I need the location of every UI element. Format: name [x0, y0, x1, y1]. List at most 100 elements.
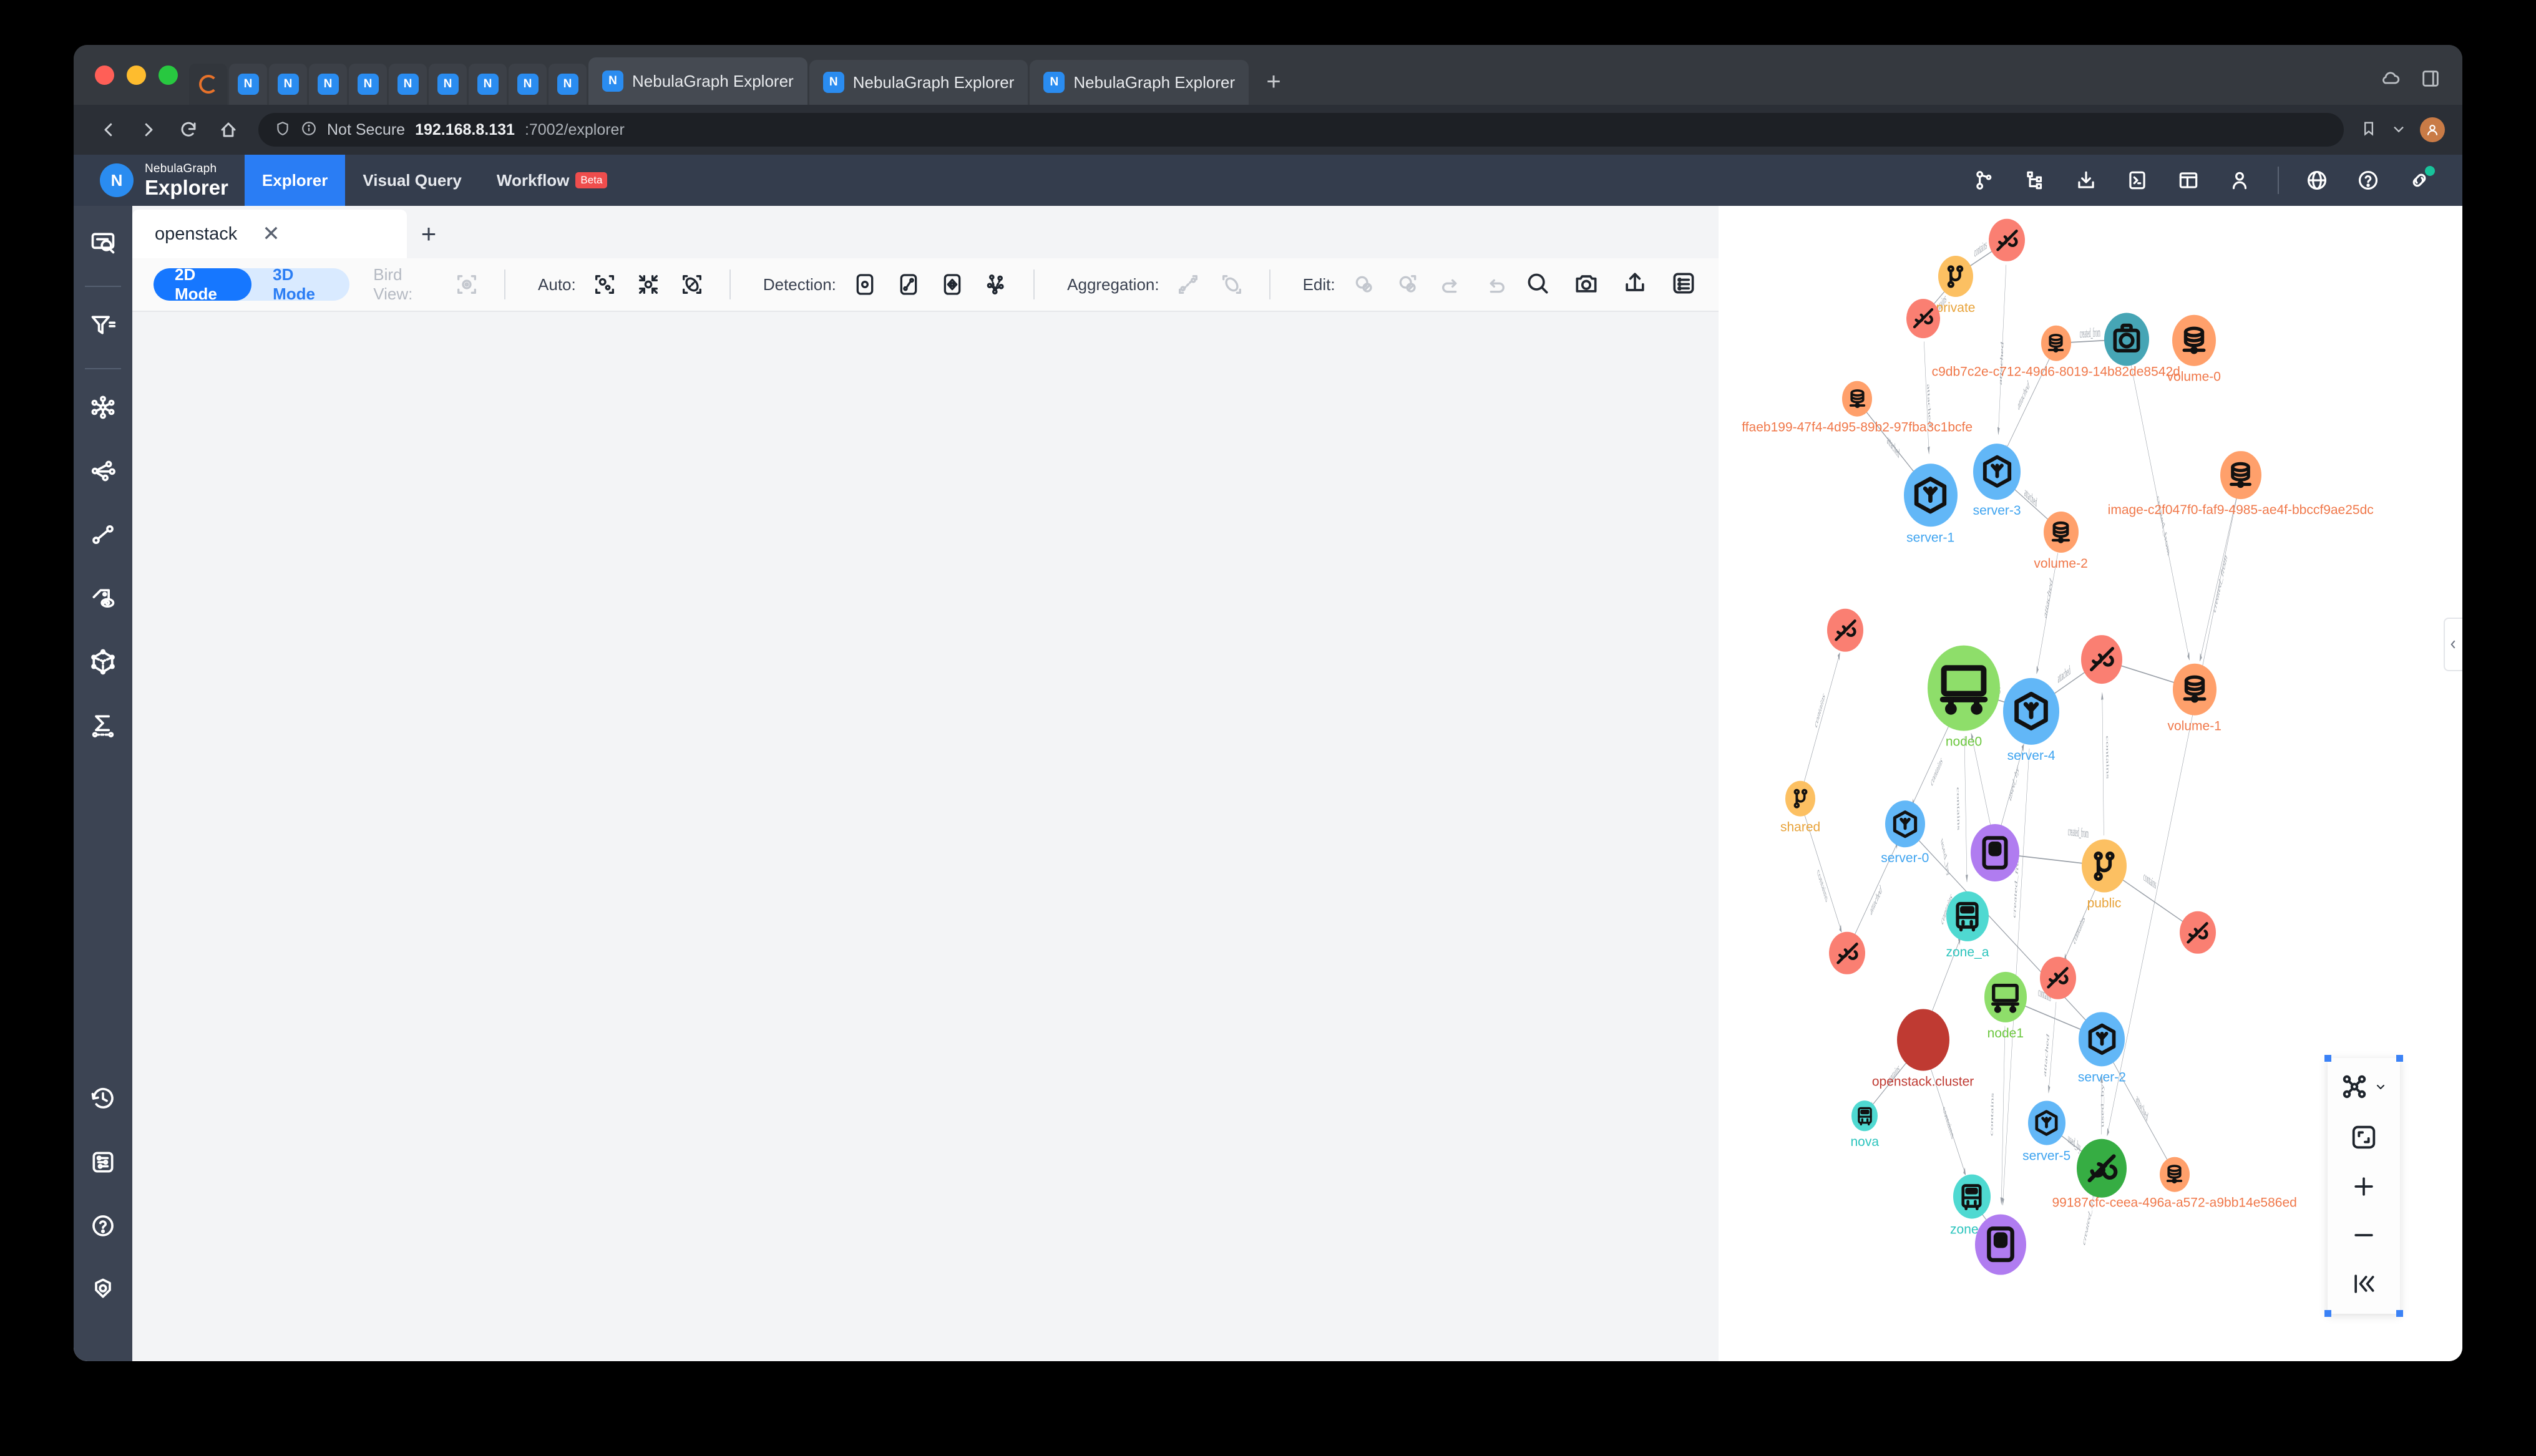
resize-handle[interactable]: [2324, 1310, 2331, 1317]
graph-edge[interactable]: [2200, 497, 2237, 662]
expand-graph-icon[interactable]: [82, 387, 124, 428]
settings-sliders-icon[interactable]: [82, 1142, 124, 1183]
close-icon[interactable]: ✕: [262, 223, 280, 245]
close-window-button[interactable]: [95, 65, 114, 85]
nav-item-explorer[interactable]: Explorer: [244, 155, 346, 206]
graph-edge[interactable]: [2101, 692, 2104, 836]
mode-2d-button[interactable]: 2D Mode: [154, 268, 252, 301]
graph-node[interactable]: server-3: [1973, 444, 2021, 518]
graph-edge[interactable]: [2048, 1001, 2057, 1094]
graph-node[interactable]: [2081, 634, 2123, 684]
tag-visibility-icon[interactable]: [82, 578, 124, 619]
nav-item-visual-query[interactable]: Visual Query: [345, 155, 479, 206]
hierarchy-icon[interactable]: [2022, 167, 2048, 193]
forward-button[interactable]: [131, 112, 166, 147]
mode-3d-button[interactable]: 3D Mode: [251, 268, 349, 301]
aggregate-expand-icon[interactable]: [1173, 268, 1203, 301]
graph-node[interactable]: [1829, 931, 1866, 975]
graph-node[interactable]: [1827, 609, 1864, 652]
line-detect-icon[interactable]: [894, 268, 924, 301]
fit-screen-button[interactable]: [2328, 1123, 2400, 1152]
graph-node[interactable]: c9db7c2e-c712-49d6-8019-14b82de8542d: [1932, 325, 2180, 379]
layout-graph-button[interactable]: [2328, 1072, 2400, 1102]
help-circle-icon[interactable]: [82, 1205, 124, 1246]
browser-tab-active[interactable]: N NebulaGraph Explorer: [588, 57, 807, 105]
browser-tab-pinned[interactable]: N: [309, 64, 347, 105]
graph-node[interactable]: server-4: [2003, 678, 2060, 762]
info-circle-icon[interactable]: [301, 120, 317, 140]
graph-node[interactable]: [2039, 956, 2076, 999]
graph-node[interactable]: 99187cfc-ceea-496a-a572-a9bb14e586ed: [2052, 1157, 2297, 1210]
browser-tab-pinned[interactable]: N: [229, 64, 267, 105]
graph-node[interactable]: nova: [1850, 1100, 1879, 1150]
browser-tab-pinned[interactable]: N: [429, 64, 467, 105]
auto-collapse-icon[interactable]: [633, 268, 663, 301]
graph-node[interactable]: [1906, 298, 1941, 339]
connection-link-icon[interactable]: [2406, 166, 2435, 193]
graph-canvas[interactable]: contains contains attached attached attached…: [1719, 206, 2462, 1361]
browser-tab-pinned[interactable]: N: [349, 64, 387, 105]
app-logo[interactable]: N NebulaGraph Explorer: [74, 155, 245, 206]
resize-handle[interactable]: [2324, 1055, 2331, 1062]
reload-button[interactable]: [171, 112, 206, 147]
search-icon[interactable]: [1524, 269, 1551, 300]
canvas-tab-openstack[interactable]: openstack ✕: [132, 210, 407, 258]
path-icon[interactable]: [82, 514, 124, 555]
graph-node[interactable]: ffaeb199-47f4-4d95-89b2-97fba3c1bcfe: [1742, 381, 1973, 435]
browser-tab-pinned[interactable]: N: [389, 64, 427, 105]
auto-edge-icon[interactable]: [677, 268, 707, 301]
graph-node[interactable]: zone_a: [1946, 891, 1989, 959]
minimize-window-button[interactable]: [127, 65, 146, 85]
browser-tab-pinned[interactable]: [189, 64, 227, 105]
layout-panel-icon[interactable]: [2175, 167, 2202, 193]
collapse-panel-button[interactable]: [2328, 1270, 2400, 1298]
graph-node[interactable]: shared: [1780, 780, 1820, 835]
search-card-icon[interactable]: [82, 222, 124, 263]
browser-tab[interactable]: N NebulaGraph Explorer: [1030, 60, 1249, 105]
graph-edge[interactable]: [1964, 736, 1968, 883]
language-globe-icon[interactable]: [2304, 167, 2330, 193]
delete-edge-icon[interactable]: [1393, 268, 1423, 301]
filter-icon[interactable]: [82, 304, 124, 346]
maximize-window-button[interactable]: [158, 65, 178, 85]
aggregate-group-icon[interactable]: [1217, 268, 1247, 301]
graph-node[interactable]: volume-2: [2034, 511, 2088, 571]
export-icon[interactable]: [1621, 269, 1649, 300]
graph-node[interactable]: server-5: [2022, 1100, 2070, 1163]
browser-tab-pinned[interactable]: N: [549, 64, 587, 105]
bird-view-icon[interactable]: [452, 268, 482, 301]
right-panel-collapse-handle[interactable]: [2444, 618, 2462, 671]
graph-node[interactable]: [1975, 1214, 2027, 1275]
console-icon[interactable]: [2124, 167, 2150, 193]
graph-node[interactable]: [2179, 911, 2216, 954]
graph-node[interactable]: [2104, 313, 2150, 366]
zoom-out-button[interactable]: [2328, 1221, 2400, 1249]
undo-icon[interactable]: [1436, 268, 1466, 301]
mode-switch[interactable]: 2D Mode 3D Mode: [154, 268, 350, 301]
config-gear-icon[interactable]: [82, 1269, 124, 1310]
graph-node[interactable]: volume-1: [2168, 663, 2221, 733]
graph-node[interactable]: [1989, 218, 2026, 262]
graph-node[interactable]: server-1: [1903, 463, 1958, 545]
auto-select-icon[interactable]: [590, 268, 620, 301]
graph-node[interactable]: node0: [1928, 645, 2001, 749]
camera-icon[interactable]: [1573, 269, 1600, 300]
sidebar-toggle-icon[interactable]: [2420, 68, 2441, 92]
graph-node[interactable]: zone_b: [1950, 1174, 1993, 1236]
graph-node[interactable]: image-c2f047f0-faf9-4985-ae4f-bbccf9ae25…: [2108, 450, 2374, 518]
help-circle-icon[interactable]: [2355, 167, 2381, 193]
browser-tab[interactable]: N NebulaGraph Explorer: [809, 60, 1028, 105]
browser-tab-pinned[interactable]: N: [269, 64, 307, 105]
back-button[interactable]: [91, 112, 126, 147]
browser-tab-pinned[interactable]: N: [509, 64, 547, 105]
graph-node[interactable]: private: [1936, 256, 1975, 315]
delete-node-icon[interactable]: [1349, 268, 1379, 301]
browser-tab-pinned[interactable]: N: [469, 64, 507, 105]
graph-schema-icon[interactable]: [1971, 167, 1997, 193]
graph-node[interactable]: [2076, 1138, 2127, 1198]
aggregate-sigma-icon[interactable]: [82, 705, 124, 746]
graph-node[interactable]: server-2: [2078, 1011, 2126, 1084]
cluster-detect-icon[interactable]: [981, 268, 1011, 301]
chevron-down-icon[interactable]: [2390, 120, 2407, 140]
circle-detect-icon[interactable]: [850, 268, 880, 301]
